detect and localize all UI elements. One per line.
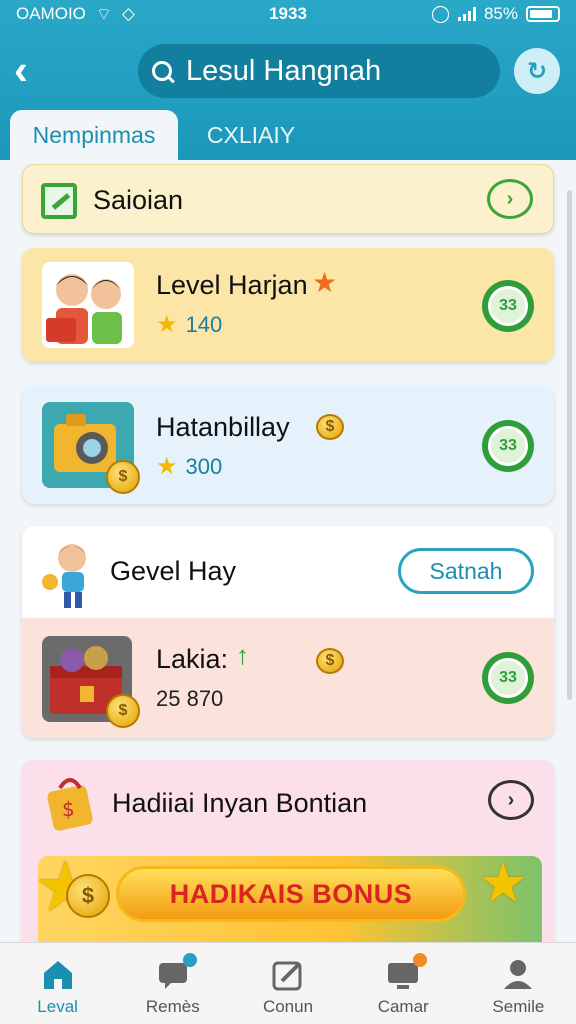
app-header: OAMOIO ⌔ ◇ 1933 ◯ 85% ‹ Lesul Hangnah ↻ …	[0, 0, 576, 160]
help-button[interactable]: ↻	[514, 48, 560, 94]
status-time: 1933	[269, 4, 307, 23]
savings-title: Saioian	[93, 185, 184, 215]
bottom-nav: Leval Remès Conun Camar Semile	[0, 942, 576, 1024]
nav-conun[interactable]: Conun	[230, 943, 345, 1024]
location-icon: ◇	[121, 4, 135, 23]
coin-icon: $	[106, 694, 140, 728]
tab-bar: Nempinmas CXLIAIY	[0, 110, 576, 160]
page-title: Lesul Hangnah	[186, 54, 382, 87]
kids-thumbnail	[42, 262, 134, 348]
wifi-icon: ⌔	[95, 4, 112, 24]
title-search-pill[interactable]: Lesul Hangnah	[138, 44, 500, 98]
monitor-icon	[385, 953, 428, 991]
level-badge-button[interactable]: 33	[482, 280, 534, 332]
star-icon: ★	[478, 851, 529, 914]
search-icon	[152, 61, 172, 81]
satnah-button[interactable]: Satnah	[398, 548, 534, 594]
coin-icon: $	[66, 874, 110, 918]
notification-dot	[413, 953, 428, 967]
hadiah-card[interactable]: $ Hadiiai Inyan Bontian › ★ $ HADIKAIS B…	[22, 760, 554, 942]
level-stars: 140	[185, 311, 223, 337]
edit-icon	[41, 183, 77, 219]
hatan-badge-count: 33	[488, 426, 528, 466]
nav-camar-label: Camar	[377, 997, 429, 1016]
bonus-label: HADIKAIS BONUS	[116, 866, 466, 922]
status-bar: OAMOIO ⌔ ◇ 1933 ◯ 85%	[0, 0, 576, 28]
star-icon: ★	[156, 311, 178, 338]
svg-text:$: $	[62, 797, 75, 821]
star-icon: ★	[312, 267, 338, 298]
savings-card[interactable]: Saioian ›	[22, 164, 554, 234]
gevel-card[interactable]: Gevel Hay Satnah	[22, 526, 554, 622]
lakia-badge-button[interactable]: 33	[482, 652, 534, 704]
notification-dot	[182, 953, 197, 967]
coin-icon: $	[316, 414, 344, 440]
hatan-badge-button[interactable]: 33	[482, 420, 534, 472]
carrier-label: OAMOIO	[16, 4, 86, 23]
star-icon: ★	[156, 453, 178, 480]
chat-icon[interactable]: ›	[487, 179, 533, 219]
tab-nempinmas[interactable]: Nempinmas	[10, 110, 178, 160]
profile-icon	[500, 957, 536, 991]
chat-icon[interactable]: ›	[488, 780, 534, 820]
level-title: Level Harjan	[156, 270, 308, 300]
gift-bag-icon: $	[42, 772, 98, 832]
alarm-icon: ◯	[430, 4, 450, 23]
hadiah-title: Hadiiai Inyan Bontian	[112, 788, 368, 818]
nav-leval-label: Leval	[37, 997, 78, 1016]
signal-icon	[457, 7, 476, 21]
lakia-card[interactable]: $ Lakia: ↑ $ 25 870 33	[22, 618, 554, 738]
lakia-value: 25 870	[156, 686, 224, 711]
chat-icon	[155, 953, 197, 991]
coin-icon: $	[316, 648, 344, 674]
nav-conun-label: Conun	[262, 997, 314, 1016]
level-badge-count: 33	[488, 286, 528, 326]
battery-icon	[526, 6, 560, 22]
hatan-stars: 300	[185, 453, 223, 479]
bonus-banner[interactable]: ★ $ HADIKAIS BONUS ★	[34, 848, 542, 942]
nav-semile[interactable]: Semile	[461, 943, 576, 1024]
scrollbar[interactable]	[567, 190, 572, 700]
nav-remes[interactable]: Remès	[115, 943, 230, 1024]
arrow-up-icon: ↑	[236, 640, 249, 670]
coin-icon: $	[106, 460, 140, 494]
refresh-icon: ↻	[526, 57, 548, 85]
level-card[interactable]: Level Harjan ★ ★ 140 33	[22, 248, 554, 362]
top-bar: ‹ Lesul Hangnah ↻	[0, 40, 576, 102]
hatan-title: Hatanbillay	[156, 412, 290, 442]
edit-icon	[270, 957, 306, 991]
hatan-card[interactable]: $ Hatanbillay $ ★ 300 33	[22, 386, 554, 504]
nav-camar[interactable]: Camar	[346, 943, 461, 1024]
tab-cxliaiy[interactable]: CXLIAIY	[196, 110, 306, 160]
gevel-title: Gevel Hay	[110, 556, 237, 586]
lakia-title: Lakia:	[156, 644, 229, 674]
nav-semile-label: Semile	[492, 997, 545, 1016]
battery-percent: 85%	[483, 4, 518, 23]
back-button[interactable]: ‹	[14, 48, 54, 94]
nav-remes-label: Remès	[145, 997, 200, 1016]
boy-avatar	[40, 538, 96, 610]
lakia-badge-count: 33	[488, 658, 528, 698]
nav-leval[interactable]: Leval	[0, 943, 115, 1024]
home-icon	[40, 957, 76, 991]
content-list[interactable]: Saioian › Level Harjan ★ ★ 140 33 $ Hata…	[0, 160, 576, 942]
